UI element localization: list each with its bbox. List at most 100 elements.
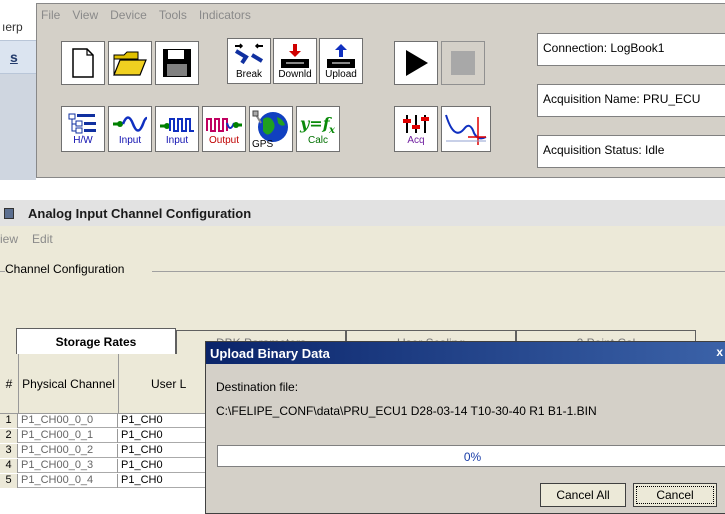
analog-input-button[interactable]: Input (108, 106, 152, 152)
cancel-all-button[interactable]: Cancel All (540, 483, 626, 507)
svg-text:y=f: y=f (299, 114, 333, 133)
upload-button[interactable]: Upload (319, 38, 363, 84)
calc-formula-icon: y=f x (299, 114, 336, 135)
user-label-cell[interactable]: P1_CH0 (119, 429, 210, 443)
group-border (152, 271, 725, 272)
download-icon (281, 43, 309, 68)
save-floppy-icon (163, 49, 191, 77)
user-label-cell[interactable]: P1_CH0 (119, 444, 210, 458)
output-label: Output (208, 134, 240, 146)
new-file-icon (72, 48, 94, 78)
table-row[interactable]: 5 P1_CH00_0_4 P1_CH0 (0, 474, 210, 488)
background-panel (0, 74, 36, 180)
calc-button[interactable]: y=f x Calc (296, 106, 340, 152)
download-button[interactable]: Downld (273, 38, 317, 84)
channel-config-menubar: iew Edit (0, 232, 53, 246)
channel-grid: # Physical Channel User L 1 P1_CH00_0_0 … (0, 354, 210, 514)
row-number: 3 (0, 444, 18, 458)
destination-file-path: C:\FELIPE_CONF\data\PRU_ECU1 D28-03-14 T… (216, 404, 597, 418)
gps-button[interactable]: GPS (249, 106, 293, 152)
sine-wave-icon (113, 115, 148, 132)
channel-config-titlebar[interactable]: Analog Input Channel Configuration (0, 200, 725, 226)
download-label: Downld (278, 68, 312, 80)
row-number: 1 (0, 414, 18, 428)
menubar: File View Device Tools Indicators (37, 4, 725, 26)
calc-label: Calc (307, 134, 328, 146)
background-window: ıerp s (0, 0, 36, 180)
stop-icon (451, 51, 475, 75)
upload-icon (327, 43, 355, 68)
table-row[interactable]: 2 P1_CH00_0_1 P1_CH0 (0, 429, 210, 443)
break-label: Break (235, 68, 263, 80)
upload-dialog-titlebar[interactable]: Upload Binary Data x (206, 342, 725, 364)
upload-dialog-title: Upload Binary Data (210, 346, 330, 361)
physical-channel-cell: P1_CH00_0_1 (19, 429, 118, 443)
menu-device[interactable]: Device (110, 8, 147, 22)
cancel-button[interactable]: Cancel (633, 483, 717, 507)
square-wave-output-icon (206, 117, 242, 132)
physical-channel-cell: P1_CH00_0_3 (19, 459, 118, 473)
background-tab[interactable]: s (0, 40, 36, 74)
user-label-cell[interactable]: P1_CH0 (119, 414, 210, 428)
row-number: 5 (0, 474, 18, 488)
start-button[interactable] (394, 41, 438, 85)
output-button[interactable]: Output (202, 106, 246, 152)
user-label-cell[interactable]: P1_CH0 (119, 474, 210, 488)
plot-scope-icon (445, 114, 487, 145)
digital-input-button[interactable]: Input (155, 106, 199, 152)
window-icon (4, 207, 14, 219)
status-panel: Connection: LogBook1 Acquisition Name: P… (537, 33, 725, 170)
upload-dialog: Upload Binary Data x Destination file: C… (205, 341, 725, 514)
menu-edit[interactable]: Edit (32, 232, 53, 246)
column-header-user-label[interactable]: User L (119, 354, 210, 414)
menu-view[interactable]: iew (0, 232, 18, 246)
destination-file-label: Destination file: (216, 380, 299, 394)
acquisition-name-field: Acquisition Name: PRU_ECU (537, 84, 725, 117)
connection-field: Connection: LogBook1 (537, 33, 725, 66)
row-number: 2 (0, 429, 18, 443)
stop-button[interactable] (441, 41, 485, 85)
column-header-number[interactable]: # (0, 354, 19, 414)
table-row[interactable]: 1 P1_CH00_0_0 P1_CH0 (0, 414, 210, 428)
play-icon (406, 50, 428, 76)
column-header-physical-channel[interactable]: Physical Channel (19, 354, 119, 414)
physical-channel-cell: P1_CH00_0_0 (19, 414, 118, 428)
upload-label: Upload (325, 68, 357, 80)
open-folder-icon (113, 51, 147, 76)
hw-button[interactable]: H/W (61, 106, 105, 152)
break-button[interactable]: Break (227, 38, 271, 84)
digital-input-label: Input (165, 134, 189, 146)
hardware-tree-icon (68, 113, 96, 133)
acq-sliders-icon (403, 114, 429, 133)
tab-storage-rates[interactable]: Storage Rates (16, 328, 176, 354)
acq-label: Acq (407, 134, 425, 146)
table-row[interactable]: 4 P1_CH00_0_3 P1_CH0 (0, 459, 210, 473)
acq-button[interactable]: Acq (394, 106, 438, 152)
new-button[interactable] (61, 41, 105, 85)
menu-indicators[interactable]: Indicators (199, 8, 251, 22)
menu-file[interactable]: File (41, 8, 60, 22)
break-icon (234, 42, 264, 64)
table-row[interactable]: 3 P1_CH00_0_2 P1_CH0 (0, 444, 210, 458)
upload-progress-bar: 0% (217, 445, 725, 467)
physical-channel-cell: P1_CH00_0_4 (19, 474, 118, 488)
user-label-cell[interactable]: P1_CH0 (119, 459, 210, 473)
menu-view[interactable]: View (72, 8, 98, 22)
channel-configuration-group-label: Channel Configuration (5, 262, 125, 276)
row-number: 4 (0, 459, 18, 473)
close-icon[interactable]: x (716, 345, 723, 359)
channel-config-title: Analog Input Channel Configuration (28, 205, 252, 221)
menu-tools[interactable]: Tools (159, 8, 187, 22)
plot-button[interactable] (441, 106, 491, 152)
physical-channel-cell: P1_CH00_0_2 (19, 444, 118, 458)
open-button[interactable] (108, 41, 152, 85)
progress-percent: 0% (463, 450, 482, 464)
svg-text:x: x (328, 125, 336, 135)
analog-input-label: Input (118, 134, 142, 146)
background-text-fragment: ıerp (2, 20, 23, 34)
hw-label: H/W (73, 134, 93, 146)
square-wave-input-icon (160, 117, 194, 132)
main-window: File View Device Tools Indicators Break … (36, 3, 725, 178)
gps-label: GPS (252, 139, 274, 150)
save-button[interactable] (155, 41, 199, 85)
